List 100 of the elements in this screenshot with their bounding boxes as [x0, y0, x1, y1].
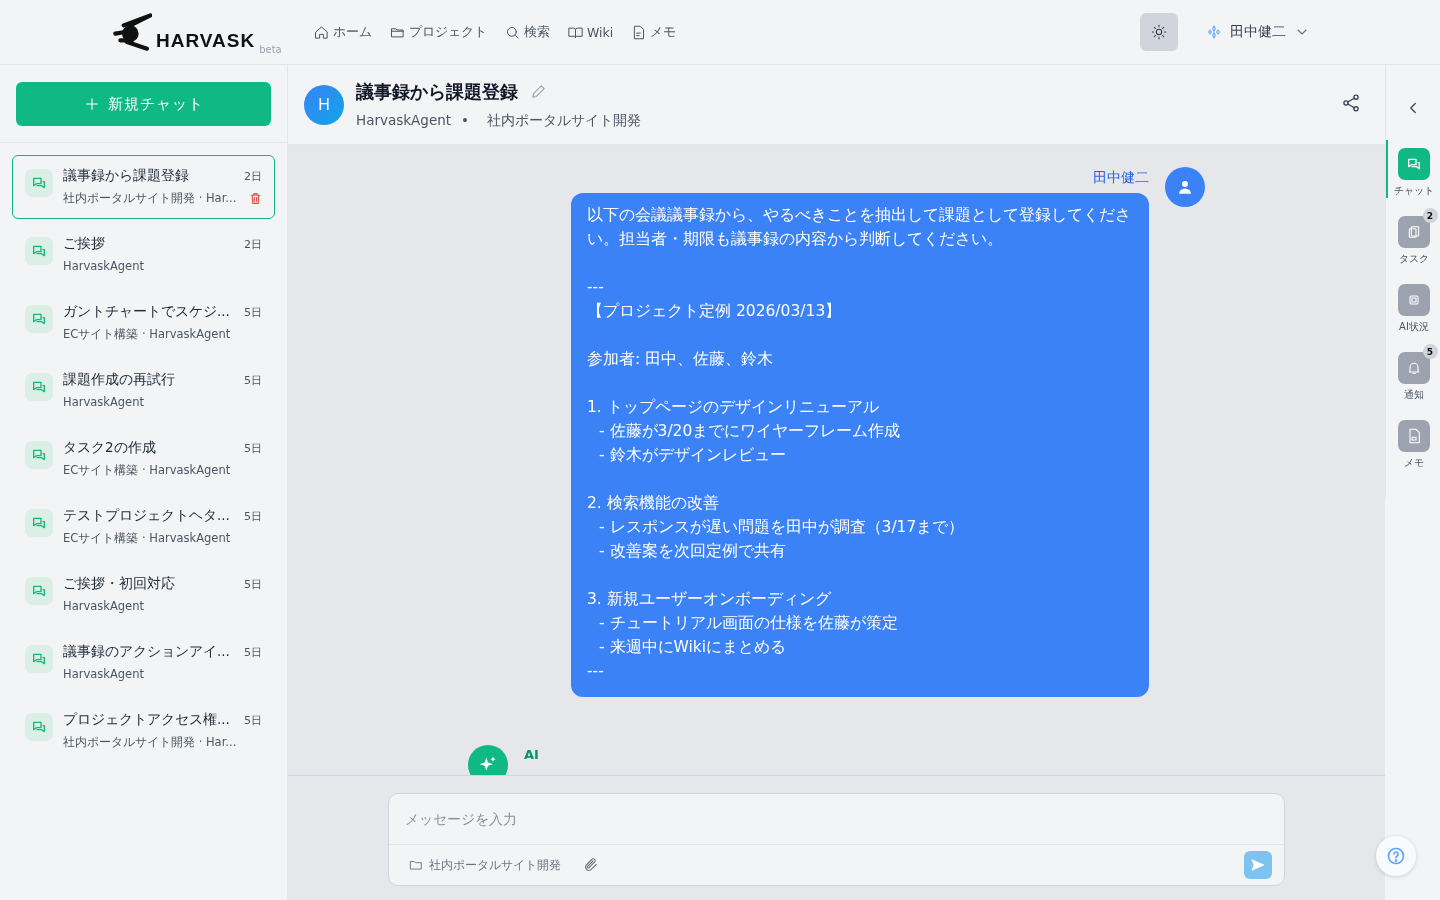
document-icon: [1406, 428, 1422, 444]
panel-tab[interactable]: 通知 5: [1385, 344, 1440, 402]
message-text: 2. 検索機能の改善: [587, 493, 720, 514]
separator-dot: •: [461, 111, 470, 130]
chat-bubbles-icon: [31, 447, 47, 463]
chat-time: 5日: [244, 712, 262, 728]
paperclip-icon: [583, 857, 599, 873]
chat-title: ご挨拶: [63, 235, 105, 253]
chat-bubbles-icon: [31, 515, 47, 531]
chat-list-item[interactable]: 議事録のアクションアイ... 5日 HarvaskAgent: [12, 631, 275, 695]
beta-label: beta: [259, 44, 282, 55]
chat-bubbles-icon: [1406, 156, 1422, 172]
book-icon: [568, 24, 583, 40]
chat-heading: 議事録から課題登録: [356, 79, 518, 104]
message-text: 【プロジェクト定例 2026/03/13】: [587, 301, 843, 322]
chat-bubbles-icon: [31, 651, 47, 667]
message-text: - チュートリアル画面の仕様を佐藤が策定: [598, 613, 899, 634]
chat-time: 5日: [244, 372, 262, 388]
nav-link[interactable]: Wiki: [568, 23, 614, 41]
project-selector[interactable]: 社内ポータルサイト開発: [409, 856, 561, 874]
chat-bubbles-icon: [31, 243, 47, 259]
message-text: 3. 新規ユーザーオンボーディング: [587, 589, 832, 610]
chat-subtitle: 社内ポータルサイト開発 · Har...: [63, 191, 237, 206]
bell-icon: [1406, 360, 1422, 376]
attach-button[interactable]: [583, 857, 599, 873]
share-icon: [1341, 93, 1361, 113]
chat-list-item[interactable]: 議事録から課題登録 2日 社内ポータルサイト開発 · Har...: [12, 155, 275, 219]
chat-title: ガントチャートでスケジ...: [63, 303, 230, 321]
chat-subtitle: HarvaskAgent: [63, 667, 144, 681]
chat-title: 議事録のアクションアイ...: [63, 643, 230, 661]
nav-link[interactable]: メモ: [631, 23, 677, 41]
chat-time: 5日: [244, 440, 262, 456]
chat-title: 議事録から課題登録: [63, 167, 189, 185]
chat-time: 5日: [244, 644, 262, 660]
help-button[interactable]: [1376, 836, 1416, 876]
message-text: 1. トップページのデザインリニューアル: [587, 397, 880, 418]
nav-link[interactable]: 検索: [505, 23, 550, 41]
theme-toggle-button[interactable]: [1140, 13, 1178, 51]
chat-subtitle: HarvaskAgent: [63, 259, 144, 273]
nav-link[interactable]: ホーム: [314, 23, 372, 41]
panel-tab[interactable]: タスク 2: [1385, 208, 1440, 266]
send-icon: [1250, 857, 1266, 873]
home-icon: [314, 24, 329, 40]
message-text: - 鈴木がデザインレビュー: [598, 445, 787, 466]
question-icon: [1386, 846, 1406, 866]
nav-link[interactable]: プロジェクト: [390, 23, 487, 41]
message-text: 以下の会議議事録から、やるべきことを抽出して課題として登録してください。担当者・期限も議事録の内容から判断してください。: [587, 205, 1132, 250]
logo-text: HARVASK: [156, 30, 256, 52]
chat-subtitle: HarvaskAgent: [63, 395, 144, 409]
chat-subtitle: ECサイト構築 · HarvaskAgent: [63, 327, 231, 342]
panel-tab[interactable]: メモ: [1385, 412, 1440, 470]
chat-title: プロジェクトアクセス権...: [63, 711, 230, 729]
chat-time: 5日: [244, 508, 262, 524]
pencil-icon: [530, 83, 547, 100]
message-text: - 佐藤が3/20までにワイヤーフレーム作成: [598, 421, 902, 442]
plus-icon: [83, 96, 100, 112]
chat-time: 2日: [244, 168, 262, 184]
person-icon: [1176, 178, 1194, 196]
chat-bubbles-icon: [31, 583, 47, 599]
folder-icon: [409, 858, 423, 872]
sun-icon: [1151, 24, 1167, 40]
message-text: ---: [587, 277, 605, 298]
chat-list-item[interactable]: 課題作成の再試行 5日 HarvaskAgent: [12, 359, 275, 423]
project-name: 社内ポータルサイト開発: [487, 111, 642, 130]
trash-icon: [249, 192, 262, 205]
chat-title: 課題作成の再試行: [63, 371, 175, 389]
message-composer[interactable]: メッセージを入力 社内ポータルサイト開発: [388, 793, 1285, 886]
chat-list-item[interactable]: タスク2の作成 5日 ECサイト構築 · HarvaskAgent: [12, 427, 275, 491]
chat-subtitle: HarvaskAgent: [63, 599, 144, 613]
agent-name: HarvaskAgent: [356, 111, 452, 130]
chat-bubbles-icon: [31, 719, 47, 735]
message-text: ---: [587, 661, 605, 682]
panel-tab[interactable]: AI状況: [1385, 276, 1440, 334]
chat-list-item[interactable]: プロジェクトアクセス権... 5日 社内ポータルサイト開発 · Har...: [12, 699, 275, 763]
chat-bubbles-icon: [31, 379, 47, 395]
message-text: 参加者: 田中、佐藤、鈴木: [587, 349, 775, 370]
search-icon: [505, 24, 520, 40]
logo-icon: [112, 12, 152, 52]
chat-list-item[interactable]: テストプロジェクトヘタ... 5日 ECサイト構築 · HarvaskAgent: [12, 495, 275, 559]
chat-time: 5日: [244, 576, 262, 592]
chat-time: 2日: [244, 236, 262, 252]
document-icon: [631, 24, 647, 40]
message-text: - 改善案を次回定例で共有: [598, 541, 787, 562]
chat-time: 5日: [244, 304, 262, 320]
chat-subtitle: ECサイト構築 · HarvaskAgent: [63, 463, 231, 478]
chat-title: タスク2の作成: [63, 439, 156, 457]
chat-list-item[interactable]: ガントチャートでスケジ... 5日 ECサイト構築 · HarvaskAgent: [12, 291, 275, 355]
message-author: AI: [524, 747, 539, 764]
chat-list-item[interactable]: ご挨拶・初回対応 5日 HarvaskAgent: [12, 563, 275, 627]
chat-list-item[interactable]: ご挨拶 2日 HarvaskAgent: [12, 223, 275, 287]
panel-tab[interactable]: チャット: [1385, 140, 1440, 198]
chat-bubbles-icon: [31, 175, 47, 191]
sparkle-icon: [1206, 24, 1222, 40]
message-author: 田中健二: [1093, 169, 1149, 187]
message-text: - 来週中にWikiにまとめる: [598, 637, 788, 658]
agent-avatar: H: [304, 84, 344, 125]
chat-subtitle: 社内ポータルサイト開発 · Har...: [63, 735, 237, 750]
user-name[interactable]: 田中健二: [1230, 23, 1286, 41]
chat-subtitle: ECサイト構築 · HarvaskAgent: [63, 531, 231, 546]
copy-icon: [1406, 224, 1422, 240]
